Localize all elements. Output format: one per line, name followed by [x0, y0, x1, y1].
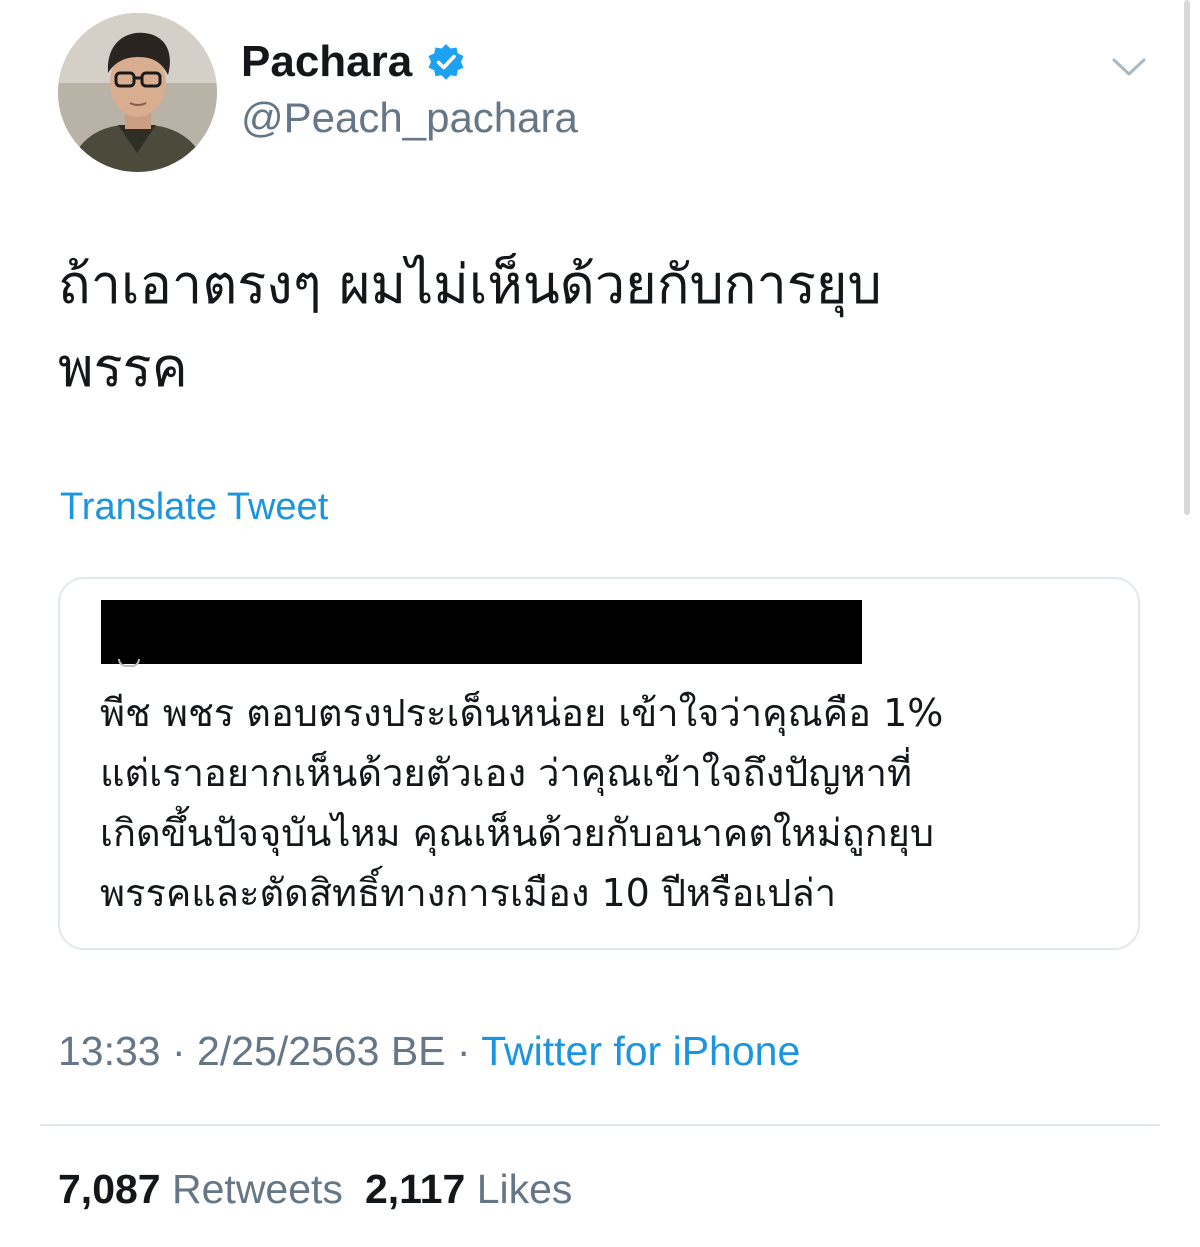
redacted-author-bar	[101, 600, 862, 664]
verified-badge-icon	[426, 42, 466, 82]
likes-label: Likes	[476, 1166, 573, 1212]
quoted-text-line: เกิดขึ้นปัจจุบันไหม คุณเห็นด้วยกับอนาคตใ…	[100, 811, 935, 855]
display-name-row[interactable]: Pachara	[241, 36, 466, 88]
scrollbar[interactable]	[1184, 0, 1190, 515]
retweets-stat[interactable]: 7,087 Retweets	[58, 1166, 343, 1212]
quoted-tweet-card[interactable]: พีช พชร ตอบตรงประเด็นหน่อย เข้าใจว่าคุณค…	[58, 577, 1140, 950]
tweet-text: ถ้าเอาตรงๆ ผมไม่เห็นด้วยกับการยุบพรรค	[58, 243, 1138, 409]
tweet-source-link[interactable]: Twitter for iPhone	[481, 1028, 800, 1074]
meta-separator: ·	[160, 1028, 198, 1074]
meta-separator: ·	[445, 1028, 482, 1074]
tweet-meta: 13:33 · 2/25/2563 BE · Twitter for iPhon…	[58, 1026, 800, 1076]
quoted-tweet-text: พีช พชร ตอบตรงประเด็นหน่อย เข้าใจว่าคุณค…	[100, 683, 1110, 923]
quoted-text-line: พรรคและตัดสิทธิ์ทางการเมือง 10 ปีหรือเปล…	[100, 871, 837, 915]
tweet-text-line: ถ้าเอาตรงๆ ผมไม่เห็นด้วยกับการยุบ	[58, 253, 882, 316]
quoted-text-line: พีช พชร ตอบตรงประเด็นหน่อย เข้าใจว่าคุณค…	[100, 691, 944, 735]
translate-tweet-link[interactable]: Translate Tweet	[60, 484, 328, 530]
tweet-time: 13:33	[58, 1028, 161, 1074]
divider	[40, 1124, 1160, 1126]
tweet-text-line: พรรค	[58, 336, 188, 399]
redacted-avatar-edge	[118, 659, 140, 667]
avatar[interactable]	[58, 13, 217, 172]
retweets-label: Retweets	[172, 1166, 343, 1212]
likes-stat[interactable]: 2,117 Likes	[365, 1166, 572, 1212]
chevron-down-icon[interactable]	[1108, 48, 1150, 84]
retweets-count: 7,087	[58, 1166, 161, 1212]
user-handle[interactable]: @Peach_pachara	[241, 92, 578, 144]
avatar-photo	[58, 13, 217, 172]
tweet-date: 2/25/2563 BE	[197, 1028, 446, 1074]
likes-count: 2,117	[364, 1166, 466, 1212]
tweet-stats: 7,087 Retweets 2,117 Likes	[58, 1164, 572, 1214]
quoted-text-line: แต่เราอยากเห็นด้วยตัวเอง ว่าคุณเข้าใจถึง…	[100, 751, 913, 795]
display-name[interactable]: Pachara	[241, 36, 412, 88]
